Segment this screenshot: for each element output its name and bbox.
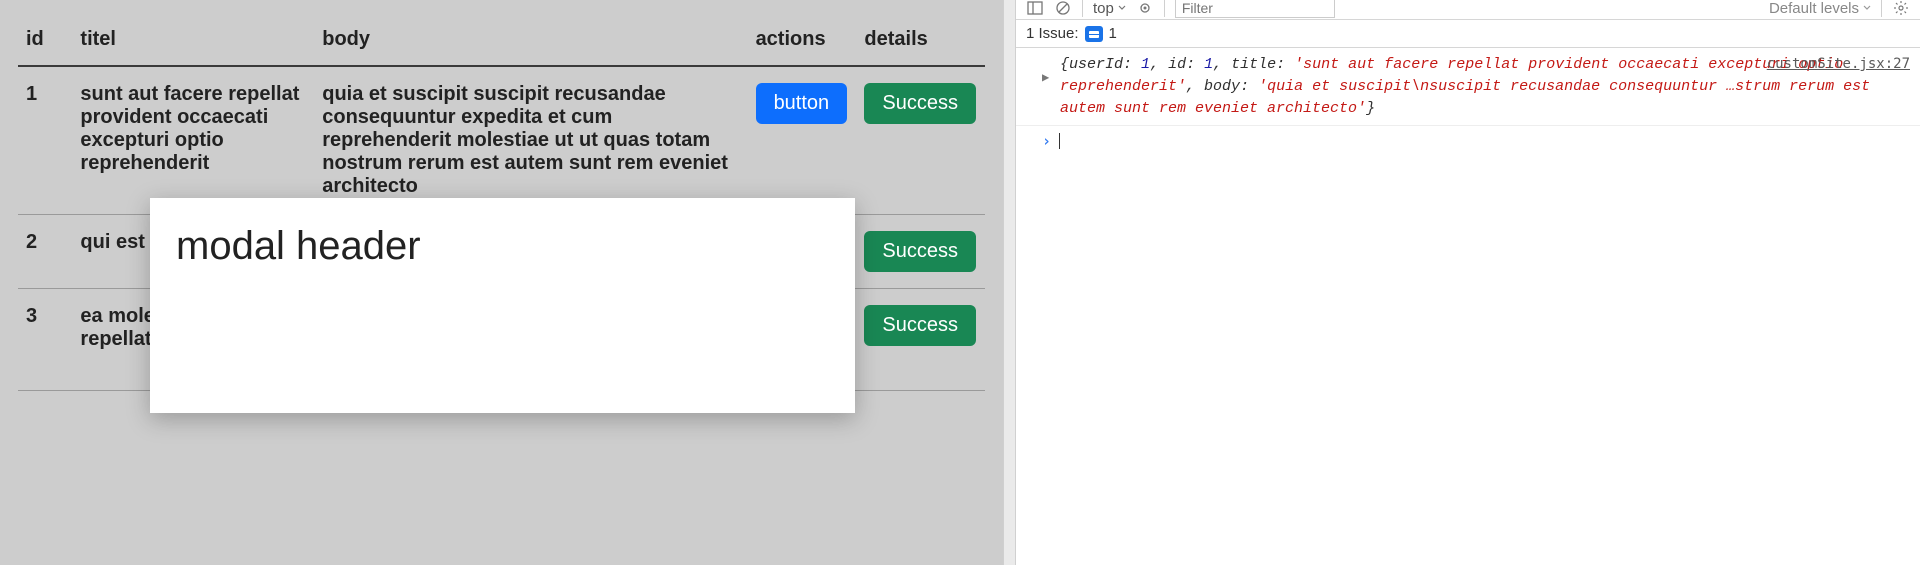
issues-count: 1 [1109,25,1117,42]
text-caret [1059,133,1060,149]
cell-body: quia et suscipit suscipit recusandae con… [314,66,747,215]
chevron-down-icon [1118,4,1126,12]
col-header-id: id [18,18,72,66]
issues-label: 1 Issue: [1026,25,1079,42]
col-header-actions: actions [748,18,857,66]
action-button[interactable]: button [756,83,848,124]
details-button[interactable]: Success [864,305,976,346]
issue-icon [1085,26,1103,42]
modal-header: modal header [176,224,829,269]
details-button[interactable]: Success [864,231,976,272]
log-levels-selector[interactable]: Default levels [1769,0,1871,17]
modal-dialog[interactable]: modal header [150,198,855,413]
toolbar-separator [1082,0,1083,17]
pane-divider[interactable] [1003,0,1015,565]
col-header-body: body [314,18,747,66]
live-expression-icon[interactable] [1136,0,1154,17]
prompt-chevron-icon: › [1042,132,1051,150]
devtools-panel: top Default levels 1 Issue: 1 customSite… [1015,0,1920,565]
cell-actions: button [748,66,857,215]
toolbar-separator [1164,0,1165,17]
log-levels-label: Default levels [1769,0,1859,17]
cell-id: 2 [18,215,72,289]
page-content: id titel body actions details 1 sunt aut… [0,0,1003,565]
issues-bar[interactable]: 1 Issue: 1 [1016,20,1920,48]
console-object: {userId: 1, id: 1, title: 'sunt aut face… [1060,56,1870,117]
devtools-toolbar: top Default levels [1016,0,1920,20]
clear-console-icon[interactable] [1054,0,1072,17]
cell-details: Success [856,289,985,391]
details-button[interactable]: Success [864,83,976,124]
console-source-link[interactable]: customSite.jsx:27 [1767,54,1910,74]
cell-details: Success [856,66,985,215]
col-header-details: details [856,18,985,66]
sidebar-toggle-icon[interactable] [1026,0,1044,17]
table-row: 1 sunt aut facere repellat provident occ… [18,66,985,215]
cell-details: Success [856,215,985,289]
console-prompt[interactable]: › [1016,126,1920,156]
toolbar-separator [1881,0,1882,17]
chevron-down-icon [1863,4,1871,12]
cell-id: 3 [18,289,72,391]
table-header-row: id titel body actions details [18,18,985,66]
expand-arrow-icon[interactable]: ▶ [1042,70,1049,87]
col-header-title: titel [72,18,314,66]
settings-icon[interactable] [1892,0,1910,17]
filter-input[interactable] [1175,0,1335,18]
console-log-entry[interactable]: customSite.jsx:27 ▶ {userId: 1, id: 1, t… [1016,48,1920,126]
context-selector[interactable]: top [1093,0,1126,17]
cell-title: sunt aut facere repellat provident occae… [72,66,314,215]
context-label: top [1093,0,1114,17]
cell-id: 1 [18,66,72,215]
